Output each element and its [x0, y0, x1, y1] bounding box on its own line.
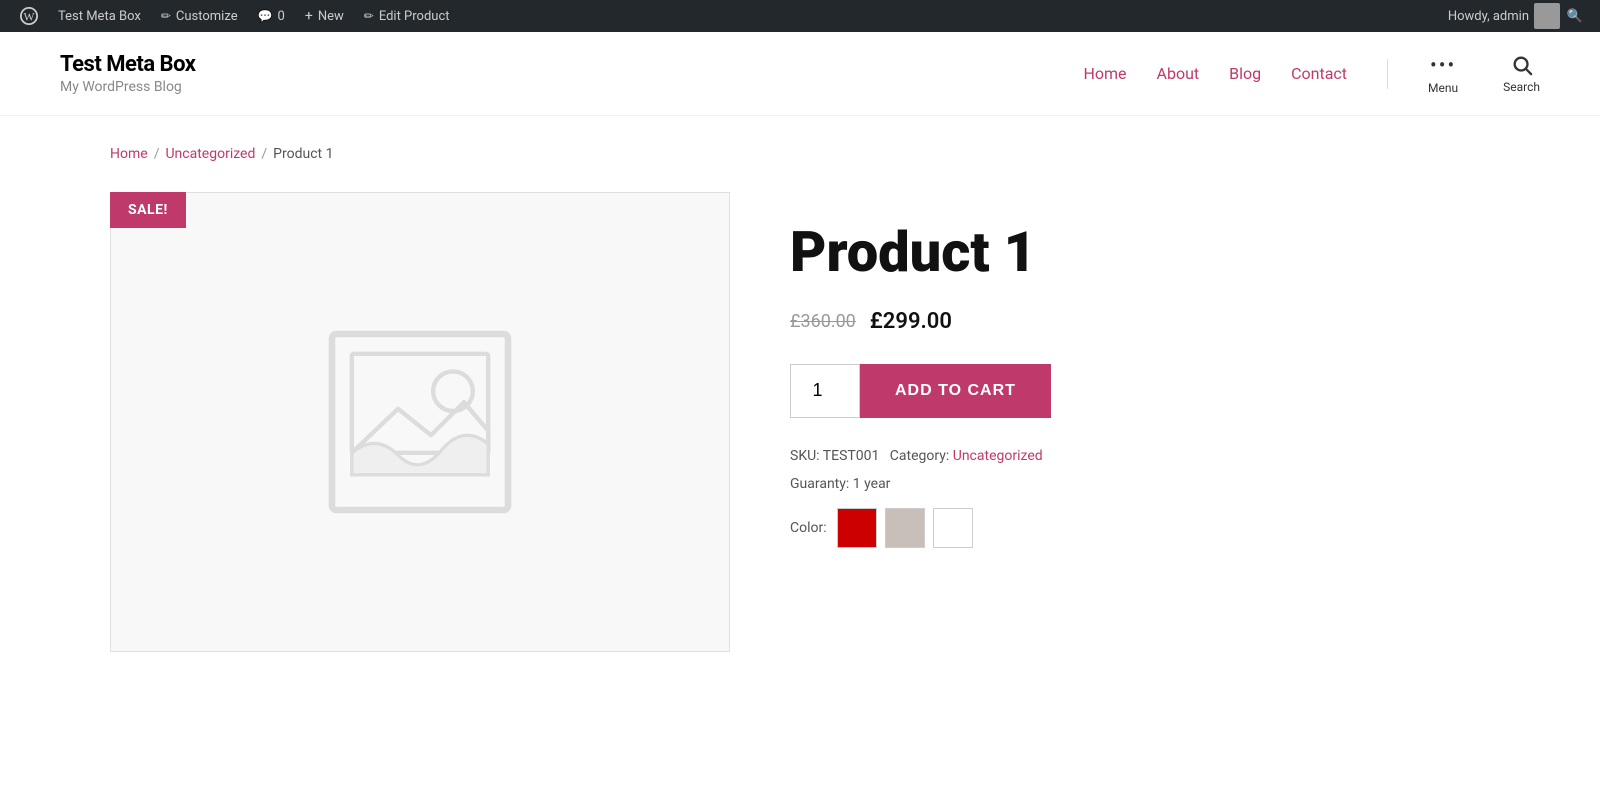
color-swatches	[837, 508, 973, 548]
nav-about[interactable]: About	[1157, 64, 1200, 83]
site-tagline: My WordPress Blog	[60, 79, 196, 95]
menu-dots-icon: •••	[1430, 53, 1456, 77]
color-swatch-gray[interactable]	[885, 508, 925, 548]
admin-bar-edit-product[interactable]: ✏ Edit Product	[354, 0, 460, 32]
breadcrumb-uncategorized[interactable]: Uncategorized	[165, 146, 255, 162]
sale-badge: SALE!	[110, 192, 186, 228]
breadcrumb-current: Product 1	[273, 146, 333, 162]
wp-logo[interactable]: W	[10, 0, 48, 32]
site-header: Test Meta Box My WordPress Blog Home Abo…	[0, 32, 1600, 116]
product-actions: ADD TO CART	[790, 364, 1490, 418]
guaranty-label: Guaranty:	[790, 476, 849, 492]
admin-bar-comments-count: 0	[278, 9, 285, 24]
add-to-cart-button[interactable]: ADD TO CART	[860, 364, 1051, 418]
product-meta: SKU: TEST001 Category: Uncategorized	[790, 448, 1490, 464]
product-title: Product 1	[790, 222, 1490, 284]
quantity-input[interactable]	[790, 364, 860, 418]
nav-home[interactable]: Home	[1083, 64, 1126, 83]
nav-divider	[1387, 59, 1388, 89]
price-new: £299.00	[870, 309, 952, 334]
product-info: Product 1 £360.00 £299.00 ADD TO CART SK…	[790, 192, 1490, 548]
admin-bar-comments[interactable]: 💬 0	[248, 0, 295, 32]
price-old: £360.00	[790, 311, 856, 332]
color-swatch-red[interactable]	[837, 508, 877, 548]
category-value[interactable]: Uncategorized	[953, 448, 1043, 464]
admin-bar-customize-label: Customize	[176, 9, 238, 24]
admin-bar-site-name: Test Meta Box	[58, 9, 141, 24]
admin-bar-site[interactable]: Test Meta Box	[48, 0, 151, 32]
breadcrumb-sep-1: /	[154, 146, 160, 162]
nav-search-button[interactable]: Search	[1503, 54, 1540, 94]
breadcrumb-sep-2: /	[261, 146, 267, 162]
admin-bar-new[interactable]: + New	[295, 0, 354, 32]
admin-bar-right: Howdy, admin 🔍	[1448, 3, 1590, 29]
placeholder-image-icon	[310, 312, 530, 532]
site-nav: Home About Blog Contact ••• Menu Search	[1083, 53, 1540, 95]
product-price: £360.00 £299.00	[790, 309, 1490, 334]
admin-bar-customize[interactable]: ✏ Customize	[151, 0, 248, 32]
product-image-wrap: SALE!	[110, 192, 730, 652]
guaranty-value: 1 year	[853, 476, 891, 492]
search-icon	[1511, 54, 1533, 76]
product-guaranty: Guaranty: 1 year	[790, 476, 1490, 492]
admin-bar-howdy: Howdy, admin	[1448, 9, 1529, 24]
nav-blog[interactable]: Blog	[1229, 64, 1261, 83]
sku-value: TEST001	[823, 448, 880, 464]
breadcrumb-home[interactable]: Home	[110, 146, 148, 162]
nav-menu-label: Menu	[1428, 81, 1458, 95]
admin-search-icon[interactable]: 🔍	[1565, 6, 1585, 26]
site-branding: Test Meta Box My WordPress Blog	[60, 52, 196, 95]
color-swatch-white[interactable]	[933, 508, 973, 548]
product-image-placeholder	[110, 192, 730, 652]
svg-text:W: W	[23, 11, 35, 24]
breadcrumb: Home / Uncategorized / Product 1	[110, 146, 1490, 162]
product-layout: SALE! Product 1 £360.00 £299.00	[110, 192, 1490, 652]
admin-bar-new-label: New	[318, 9, 344, 24]
admin-avatar	[1534, 3, 1560, 29]
product-color: Color:	[790, 508, 1490, 548]
nav-search-label: Search	[1503, 80, 1540, 94]
nav-menu-button[interactable]: ••• Menu	[1428, 53, 1458, 95]
main-content: Home / Uncategorized / Product 1 SALE!	[50, 116, 1550, 682]
category-label: Category:	[890, 448, 949, 464]
admin-bar: W Test Meta Box ✏ Customize 💬 0 + New ✏ …	[0, 0, 1600, 32]
site-title: Test Meta Box	[60, 52, 196, 77]
nav-contact[interactable]: Contact	[1291, 64, 1347, 83]
admin-bar-edit-product-label: Edit Product	[379, 9, 450, 24]
sku-label: SKU:	[790, 448, 820, 464]
color-label: Color:	[790, 520, 827, 536]
